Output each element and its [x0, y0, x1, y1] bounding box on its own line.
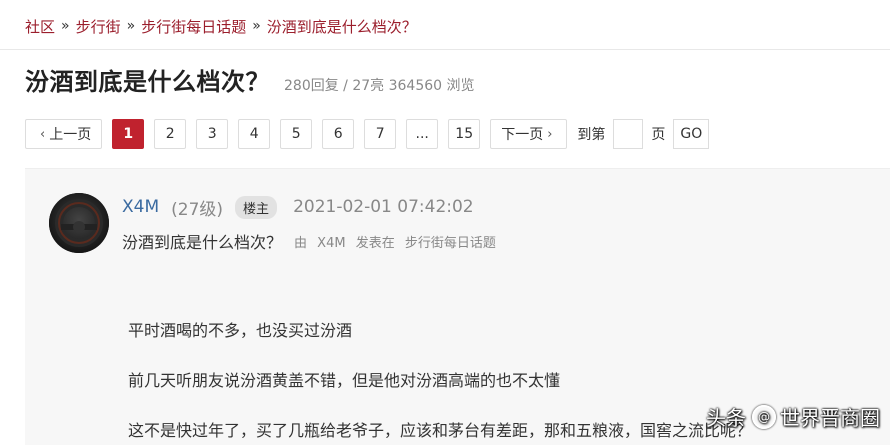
goto-page-input[interactable] [613, 119, 644, 149]
thread-header: 汾酒到底是什么档次？ 280回复 / 27亮 364560 浏览 [25, 62, 475, 96]
watermark-source: 头条 [706, 406, 746, 430]
post-paragraph: 前几天听朋友说汾酒黄盖不错，但是他对汾酒高端的也不太懂 [128, 371, 561, 390]
chevron-left-icon: ‹ [40, 126, 46, 142]
breadcrumb-separator: » [61, 18, 70, 34]
pagination: ‹ 上一页 1 2 3 4 5 6 7 ... 15 下一页 › 到第 页 GO [25, 118, 710, 150]
goto-label: 到第 [577, 127, 606, 143]
next-page-button[interactable]: 下一页 › [490, 119, 568, 149]
watermark-account: 世界晋商圈 [780, 406, 880, 430]
author-name[interactable]: X4M [122, 197, 159, 217]
next-page-label: 下一页 [501, 127, 544, 143]
go-button[interactable]: GO [673, 119, 710, 149]
prev-page-button[interactable]: ‹ 上一页 [25, 119, 103, 149]
page-ellipsis: ... [406, 119, 439, 149]
at-icon: @ [752, 404, 776, 429]
thread-stats: 280回复 / 27亮 364560 浏览 [284, 78, 475, 94]
post-timestamp: 2021-02-01 07:42:02 [293, 197, 474, 217]
post-subject: 汾酒到底是什么档次？ [122, 233, 283, 252]
meta-board[interactable]: 步行街每日话题 [405, 236, 496, 251]
op-badge: 楼主 [235, 195, 278, 219]
prev-page-label: 上一页 [49, 127, 92, 143]
post-subject-line: 汾酒到底是什么档次？ 由 X4M 发表在 步行街每日话题 [122, 229, 502, 253]
page-button-1[interactable]: 1 [112, 119, 145, 149]
meta-author[interactable]: X4M [317, 236, 345, 251]
page-button-15[interactable]: 15 [448, 119, 481, 149]
thread-title: 汾酒到底是什么档次？ [25, 68, 270, 96]
post-author-line: X4M (27级) 楼主 2021-02-01 07:42:02 [122, 195, 474, 220]
page-button-3[interactable]: 3 [196, 119, 229, 149]
post-paragraph: 这不是快过年了，买了几瓶给老爷子，应该和茅台有差距，那和五粮液，国窖之流比呢？ [128, 421, 753, 440]
breadcrumb-daily-topic[interactable]: 步行街每日话题 [141, 16, 246, 37]
breadcrumb-current-thread[interactable]: 汾酒到底是什么档次？ [267, 16, 417, 37]
avatar[interactable] [49, 193, 109, 253]
breadcrumb-community[interactable]: 社区 [25, 16, 55, 37]
divider [0, 49, 890, 50]
watermark: 头条 @ 世界晋商圈 [706, 402, 880, 431]
breadcrumb-separator: » [126, 18, 136, 34]
page-button-2[interactable]: 2 [154, 119, 187, 149]
post-paragraph: 平时酒喝的不多，也没买过汾酒 [128, 321, 353, 340]
chevron-right-icon: › [547, 126, 553, 142]
post-meta: 由 X4M 发表在 步行街每日话题 [294, 232, 502, 251]
author-level: (27级) [171, 199, 224, 220]
page-button-6[interactable]: 6 [322, 119, 355, 149]
page-button-7[interactable]: 7 [364, 119, 397, 149]
avatar-image [49, 193, 109, 253]
page-button-5[interactable]: 5 [280, 119, 313, 149]
page-button-4[interactable]: 4 [238, 119, 271, 149]
page-label: 页 [651, 127, 666, 143]
breadcrumb: 社区 » 步行街 » 步行街每日话题 » 汾酒到底是什么档次？ [25, 14, 417, 38]
breadcrumb-buxingjie[interactable]: 步行街 [76, 16, 121, 37]
meta-by: 由 [294, 235, 308, 251]
meta-posted: 发表在 [355, 235, 395, 251]
breadcrumb-separator: » [252, 18, 261, 34]
